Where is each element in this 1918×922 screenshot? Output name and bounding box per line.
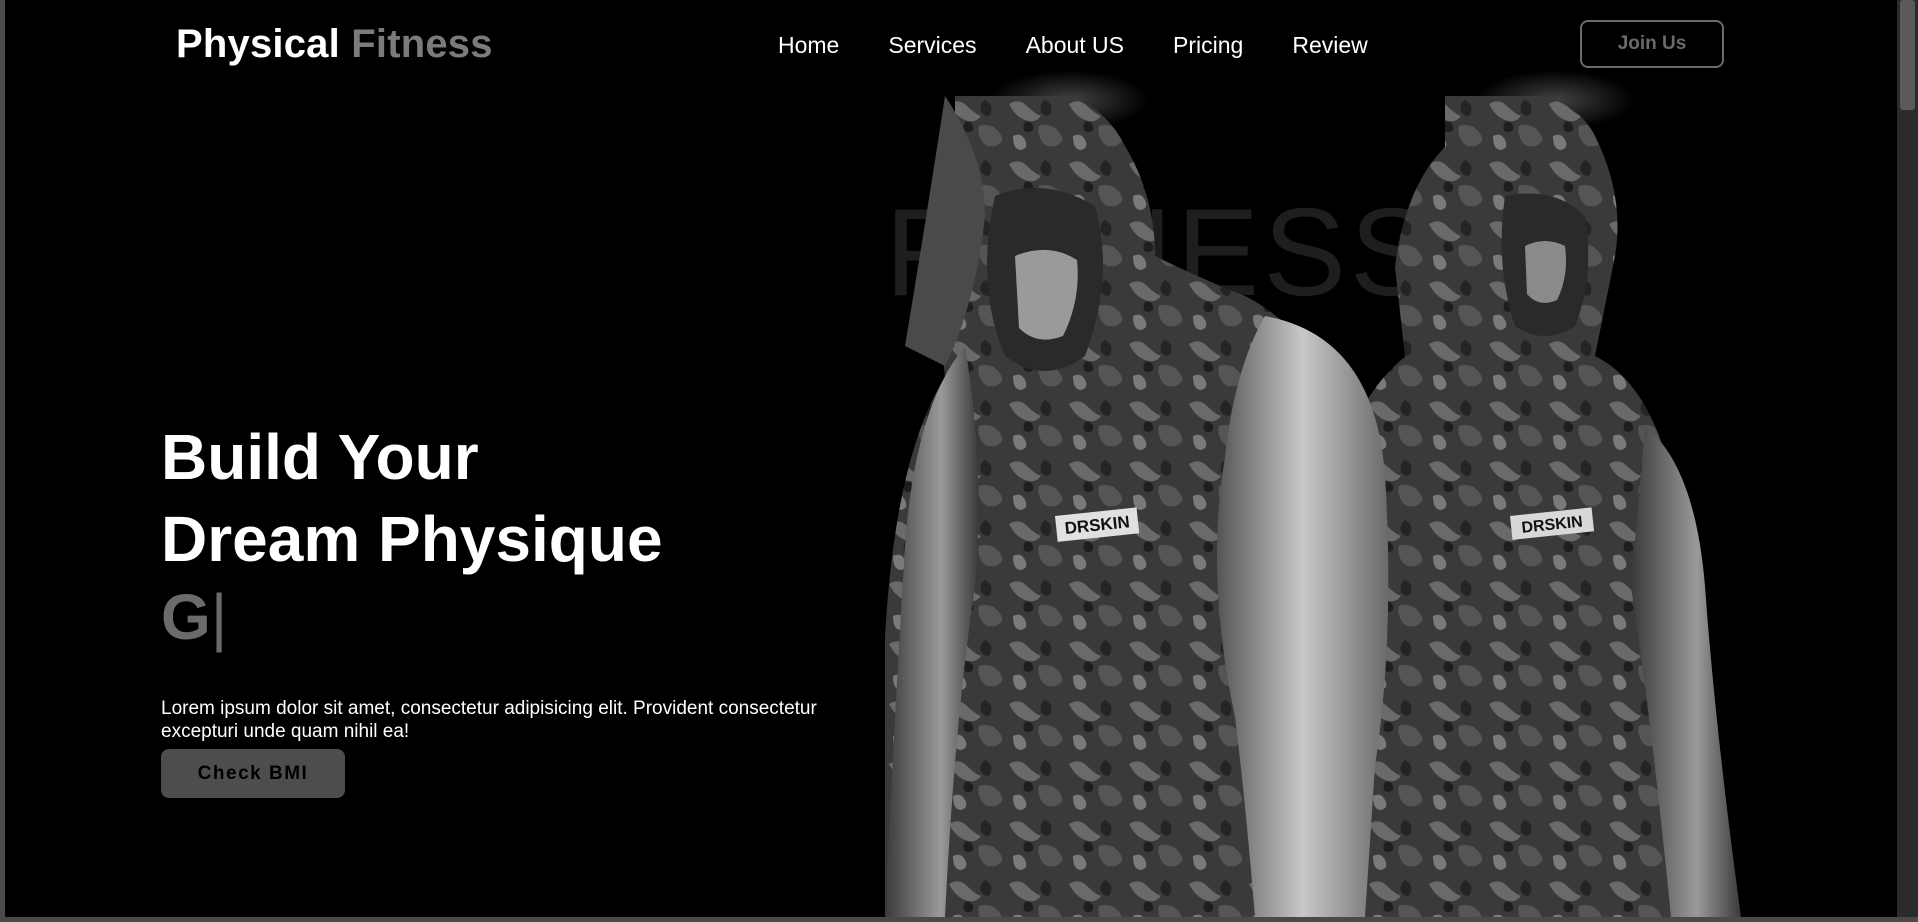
hero-athlete-image: DRSKIN DRSKIN: [885, 96, 1751, 917]
nav-item-pricing[interactable]: Pricing: [1173, 32, 1243, 59]
nav-item-review[interactable]: Review: [1292, 32, 1367, 59]
brand-accent: Fitness: [351, 22, 493, 66]
nav-item-services[interactable]: Services: [888, 32, 976, 59]
scrollbar[interactable]: [1897, 0, 1918, 922]
nav-item-about[interactable]: About US: [1026, 32, 1124, 59]
page-viewport: Physical Fitness Home Services About US …: [5, 0, 1897, 917]
check-bmi-button[interactable]: Check BMI: [161, 749, 345, 798]
typing-caret: |: [210, 581, 228, 653]
nav-item-home[interactable]: Home: [778, 32, 839, 59]
athlete-figure-front: DRSKIN: [885, 96, 1389, 917]
window-bottom-edge: [0, 917, 1918, 922]
typed-word: G: [161, 581, 211, 653]
headline-line-2: Dream Physique: [161, 503, 663, 575]
brand-logo[interactable]: Physical Fitness: [176, 22, 493, 67]
brand-primary: Physical: [176, 22, 340, 66]
typed-text: G|: [161, 580, 227, 654]
hero-headline: Build Your Dream Physique: [161, 416, 663, 580]
scrollbar-thumb[interactable]: [1900, 0, 1915, 110]
headline-line-1: Build Your: [161, 421, 479, 493]
main-nav: Home Services About US Pricing Review: [778, 32, 1368, 59]
join-us-button[interactable]: Join Us: [1580, 20, 1724, 68]
hero-description: Lorem ipsum dolor sit amet, consectetur …: [161, 698, 817, 742]
